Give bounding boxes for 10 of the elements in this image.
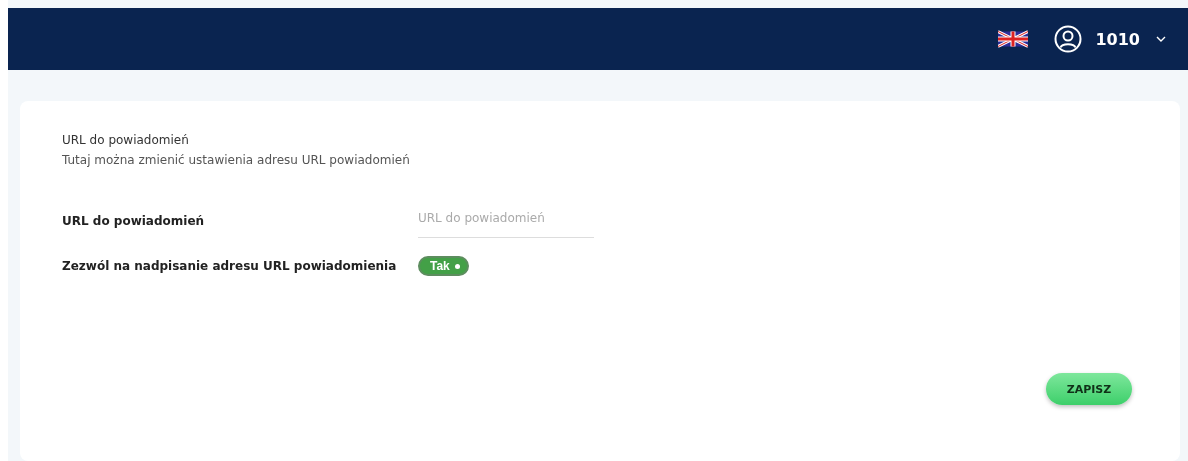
section-title: URL do powiadomień	[62, 133, 190, 147]
chevron-down-icon[interactable]	[1156, 35, 1166, 43]
url-input-field[interactable]: URL do powiadomień	[418, 203, 594, 238]
user-icon[interactable]	[1054, 25, 1083, 53]
save-button[interactable]: ZAPISZ	[1046, 373, 1132, 405]
field-label: URL do powiadomień	[62, 213, 206, 228]
section-description: Tutaj można zmienić ustawienia adresu URL powiadomień	[62, 153, 411, 167]
user-name[interactable]: 1010	[1095, 29, 1140, 49]
flag-icon[interactable]	[998, 29, 1029, 49]
field-label: Zezwól na nadpisanie adresu URL powiadomienia	[62, 259, 398, 273]
